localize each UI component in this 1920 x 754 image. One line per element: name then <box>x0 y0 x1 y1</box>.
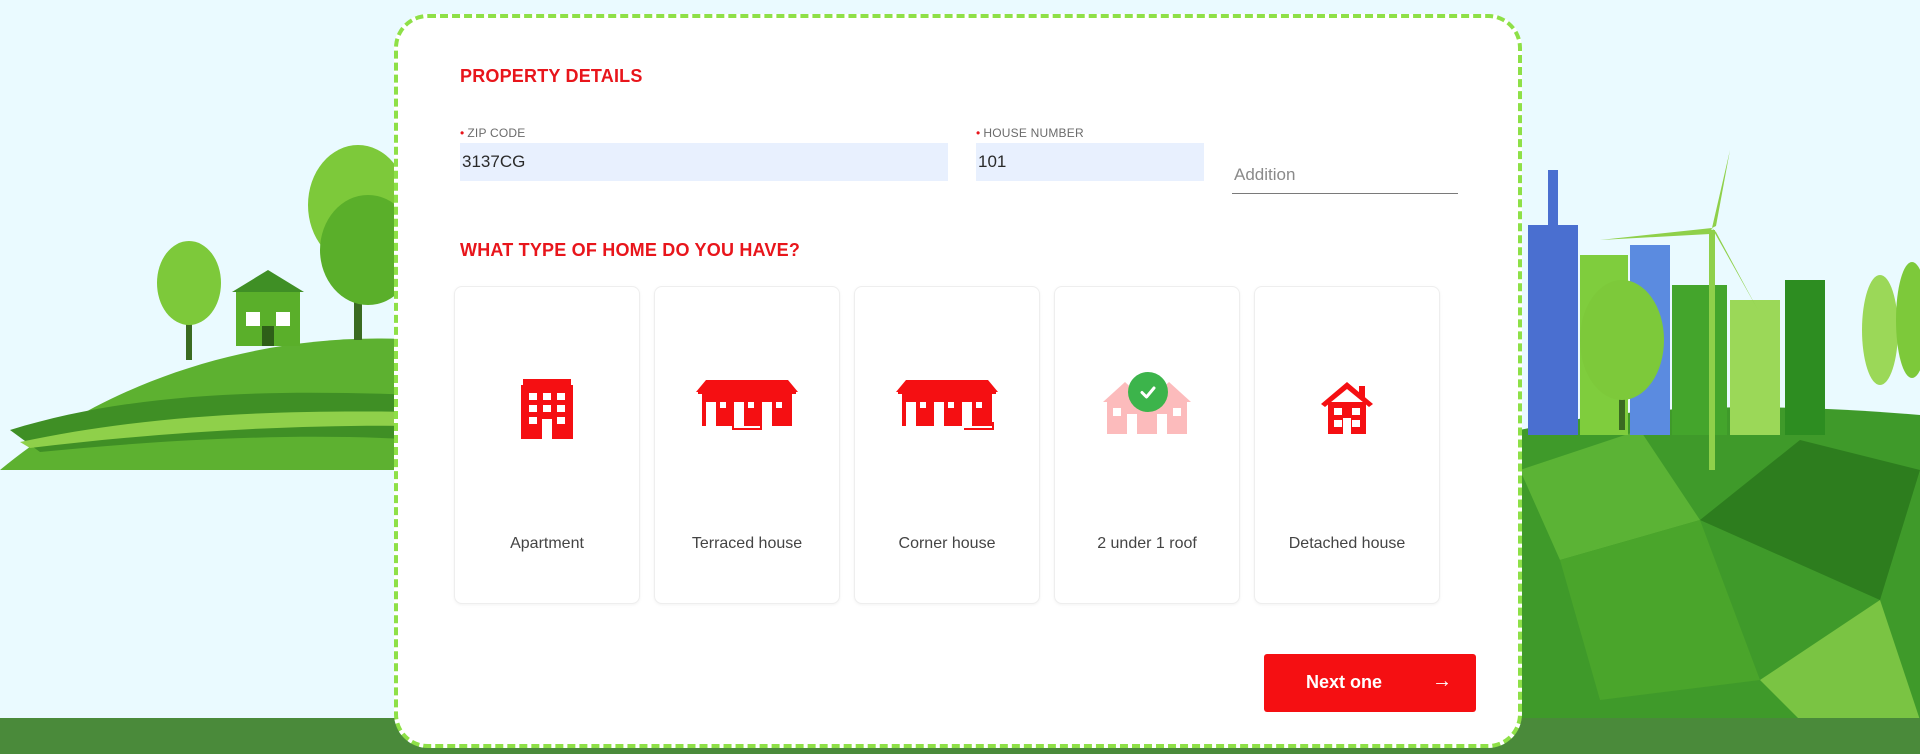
corner-house-icon <box>896 380 998 430</box>
selected-check-icon <box>1128 372 1168 412</box>
left-cottage-icon <box>232 270 304 346</box>
house-number-input[interactable] <box>976 143 1204 181</box>
home-type-option-apartment[interactable]: Apartment <box>454 286 640 604</box>
home-type-option-2-under-1-roof[interactable]: 2 under 1 roof <box>1054 286 1240 604</box>
tile-label: Corner house <box>898 535 996 552</box>
property-details-title: PROPERTY DETAILS <box>460 66 643 86</box>
home-type-option-detached-house[interactable]: Detached house <box>1254 286 1440 604</box>
home-type-options: Apartment Terraced house Corner house 2 … <box>454 286 1454 604</box>
house-number-label: • HOUSE NUMBER <box>976 126 1084 140</box>
tile-label: Terraced house <box>691 535 803 552</box>
home-type-question: WHAT TYPE OF HOME DO YOU HAVE? <box>460 240 801 260</box>
detached-house-icon <box>1321 382 1373 434</box>
house-number-label-text: HOUSE NUMBER <box>983 126 1084 140</box>
zip-code-input[interactable] <box>460 143 948 181</box>
tile-label: Detached house <box>1288 535 1406 552</box>
required-mark: • <box>460 126 465 140</box>
arrow-right-icon: → <box>1432 670 1452 692</box>
terraced-house-icon <box>696 380 798 430</box>
apartment-icon <box>521 379 573 439</box>
tile-label: 2 under 1 roof <box>1097 535 1197 552</box>
zip-code-label: • ZIP CODE <box>460 126 525 140</box>
left-tree-small-icon <box>157 241 221 360</box>
right-poplar-trees-icon <box>1862 262 1920 385</box>
next-button-label: Next one <box>1306 672 1383 692</box>
home-type-option-corner-house[interactable]: Corner house <box>854 286 1040 604</box>
property-form-card: PROPERTY DETAILS •ZIP CODE •HOUSE NUMBER… <box>394 14 1522 748</box>
home-type-option-terraced-house[interactable]: Terraced house <box>654 286 840 604</box>
addition-input[interactable] <box>1232 156 1458 194</box>
city-buildings-icon <box>1528 170 1825 435</box>
zip-code-label-text: ZIP CODE <box>467 126 526 140</box>
tile-label: Apartment <box>510 535 584 552</box>
required-mark: • <box>976 126 981 140</box>
next-button[interactable]: Next one → <box>1264 654 1476 712</box>
